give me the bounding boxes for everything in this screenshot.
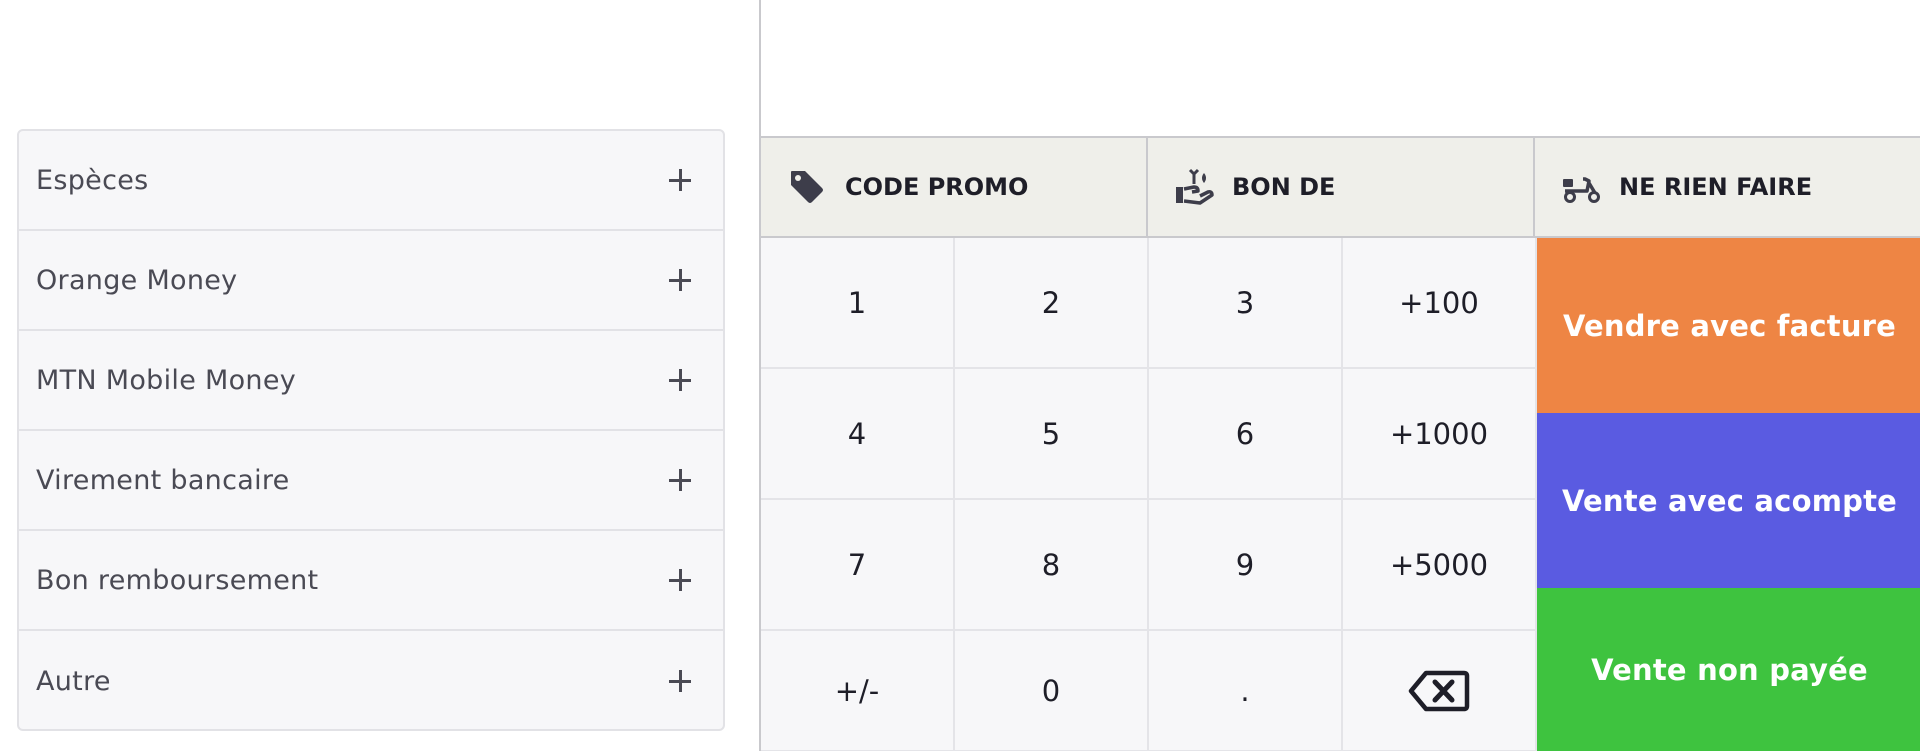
key-2[interactable]: 2 — [955, 238, 1149, 369]
tag-icon — [791, 171, 823, 203]
payment-method-orange-money[interactable]: Orange Money — [19, 231, 723, 331]
payment-method-label: Virement bancaire — [36, 464, 290, 496]
plus-icon[interactable] — [669, 469, 691, 491]
key-9[interactable]: 9 — [1149, 500, 1343, 631]
key-5[interactable]: 5 — [955, 369, 1149, 500]
hand-coins-icon — [1176, 168, 1214, 205]
numeric-keypad: 1 2 3 +100 4 5 6 +1000 7 8 9 +5000 +/- 0… — [761, 238, 1537, 751]
backspace-icon — [1408, 670, 1470, 711]
promo-code-label: CODE PROMO — [845, 173, 1029, 201]
promo-code-button[interactable]: CODE PROMO — [761, 138, 1148, 236]
key-6[interactable]: 6 — [1149, 369, 1343, 500]
payment-method-virement-bancaire[interactable]: Virement bancaire — [19, 431, 723, 531]
payment-method-bon-remboursement[interactable]: Bon remboursement — [19, 531, 723, 631]
action-bar: CODE PROMO BON DE REMBOURSEMENT NE RIEN … — [761, 136, 1920, 238]
key-plus-5000[interactable]: +5000 — [1343, 500, 1537, 631]
backspace-button[interactable] — [1343, 631, 1537, 751]
payment-method-label: Bon remboursement — [36, 564, 319, 596]
key-sign-toggle[interactable]: +/- — [761, 631, 955, 751]
sale-with-deposit-label: Vente avec acompte — [1561, 483, 1898, 518]
payment-method-label: Autre — [36, 665, 111, 697]
payment-methods-panel: Espèces Orange Money MTN Mobile Money Vi… — [17, 129, 725, 731]
key-decimal[interactable]: . — [1149, 631, 1343, 751]
unpaid-sale-label: Vente non payée — [1591, 652, 1868, 687]
sell-with-invoice-label: Vendre avec facture — [1562, 308, 1897, 343]
key-plus-1000[interactable]: +1000 — [1343, 369, 1537, 500]
sell-with-invoice-button[interactable]: Vendre avec facture — [1537, 238, 1920, 413]
plus-icon[interactable] — [669, 369, 691, 391]
sale-with-deposit-button[interactable]: Vente avec acompte — [1537, 413, 1920, 588]
plus-icon[interactable] — [669, 269, 691, 291]
scooter-icon — [1563, 177, 1600, 203]
key-1[interactable]: 1 — [761, 238, 955, 369]
payment-method-autre[interactable]: Autre — [19, 631, 723, 729]
do-nothing-label: NE RIEN FAIRE — [1619, 173, 1813, 201]
plus-icon[interactable] — [669, 169, 691, 191]
key-3[interactable]: 3 — [1149, 238, 1343, 369]
refund-voucher-label: BON DE REMBOURSEMENT — [1232, 173, 1452, 209]
sale-buttons: Vendre avec facture Vente avec acompte V… — [1537, 238, 1920, 751]
key-4[interactable]: 4 — [761, 369, 955, 500]
plus-icon[interactable] — [669, 670, 691, 692]
key-plus-100[interactable]: +100 — [1343, 238, 1537, 369]
unpaid-sale-button[interactable]: Vente non payée — [1537, 588, 1920, 751]
payment-method-label: Orange Money — [36, 264, 238, 296]
refund-voucher-button[interactable]: BON DE REMBOURSEMENT — [1148, 138, 1535, 236]
payment-method-label: MTN Mobile Money — [36, 364, 297, 396]
payment-method-especes[interactable]: Espèces — [19, 131, 723, 231]
payment-method-label: Espèces — [36, 164, 149, 196]
payment-area: CODE PROMO BON DE REMBOURSEMENT NE RIEN … — [759, 0, 1920, 751]
plus-icon[interactable] — [669, 569, 691, 591]
key-8[interactable]: 8 — [955, 500, 1149, 631]
payment-method-mtn-mobile-money[interactable]: MTN Mobile Money — [19, 331, 723, 431]
key-7[interactable]: 7 — [761, 500, 955, 631]
do-nothing-button[interactable]: NE RIEN FAIRE — [1535, 138, 1920, 236]
key-0[interactable]: 0 — [955, 631, 1149, 751]
